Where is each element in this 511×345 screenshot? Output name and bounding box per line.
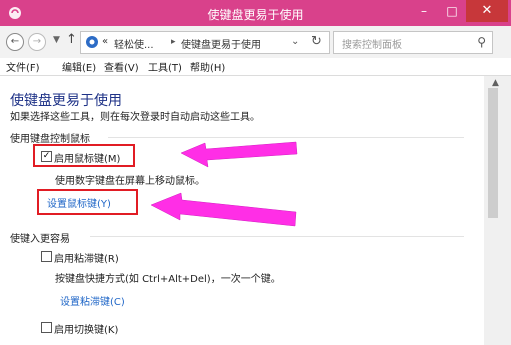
menu-edit[interactable]: 编辑(E) [62,59,96,74]
title-bar: 使键盘更易于使用 – □ ✕ [0,0,511,26]
minimize-button[interactable]: – [410,0,438,22]
mouse-keys-description: 使用数字键盘在屏幕上移动鼠标。 [55,176,205,187]
address-bar[interactable]: « 轻松使... ▸ 使键盘更易于使用 ⌄ ↻ [80,31,330,54]
group-divider [90,236,464,237]
group-divider [108,137,464,138]
forward-button[interactable]: → [28,33,46,51]
menu-bar: 文件(F) 编辑(E) 查看(V) 工具(T) 帮助(H) [0,58,511,76]
search-icon[interactable]: ⚲ [477,35,486,49]
page-title: 使键盘更易于使用 [10,93,122,109]
vertical-scrollbar[interactable]: ▲ [484,76,511,345]
close-button[interactable]: ✕ [466,0,508,22]
breadcrumb-chevron-icon[interactable]: ▸ [171,37,176,47]
menu-tools[interactable]: 工具(T) [148,59,182,74]
mouse-keys-label[interactable]: 启用鼠标键(M) [54,150,120,165]
sticky-keys-label[interactable]: 启用粘滞键(R) [54,250,119,265]
breadcrumb-ease-of-access[interactable]: 轻松使... [114,36,154,51]
scroll-thumb[interactable] [488,88,498,218]
menu-file[interactable]: 文件(F) [6,59,40,74]
up-button[interactable]: ↑ [66,32,77,47]
group-label-mouse-control: 使用键盘控制鼠标 [10,134,90,145]
sticky-keys-description: 按键盘快捷方式(如 Ctrl+Alt+Del)，一次一个键。 [55,274,281,285]
menu-view[interactable]: 查看(V) [104,59,139,74]
setup-mouse-keys-link[interactable]: 设置鼠标键(Y) [47,195,111,210]
breadcrumb-current[interactable]: 使键盘更易于使用 [181,36,261,51]
toggle-keys-checkbox[interactable] [41,322,52,333]
page-subtitle: 如果选择这些工具，则在每次登录时自动启动这些工具。 [10,112,260,123]
scroll-up-arrow-icon[interactable]: ▲ [492,78,499,88]
search-placeholder: 搜索控制面板 [342,40,402,51]
menu-help[interactable]: 帮助(H) [190,59,225,74]
mouse-keys-checkbox[interactable]: ✓ [41,151,52,162]
main-content: 使键盘更易于使用 如果选择这些工具，则在每次登录时自动启动这些工具。 使用键盘控… [0,76,484,345]
control-panel-icon [86,36,98,48]
breadcrumb-overflow[interactable]: « [102,36,108,47]
refresh-icon[interactable]: ↻ [311,34,322,49]
address-dropdown-icon[interactable]: ⌄ [291,36,299,47]
maximize-button[interactable]: □ [438,0,466,22]
sticky-keys-checkbox[interactable] [41,251,52,262]
search-box[interactable]: 搜索控制面板 ⚲ [333,31,493,54]
recent-locations-dropdown[interactable]: ▼ [53,35,60,45]
setup-sticky-keys-link[interactable]: 设置粘滞键(C) [60,293,125,308]
back-button[interactable]: ← [6,33,24,51]
group-label-typing: 使键入更容易 [10,234,70,245]
navigation-bar: ← → ▼ ↑ « 轻松使... ▸ 使键盘更易于使用 ⌄ ↻ 搜索控制面板 ⚲ [0,26,511,58]
toggle-keys-label[interactable]: 启用切换键(K) [54,321,118,336]
